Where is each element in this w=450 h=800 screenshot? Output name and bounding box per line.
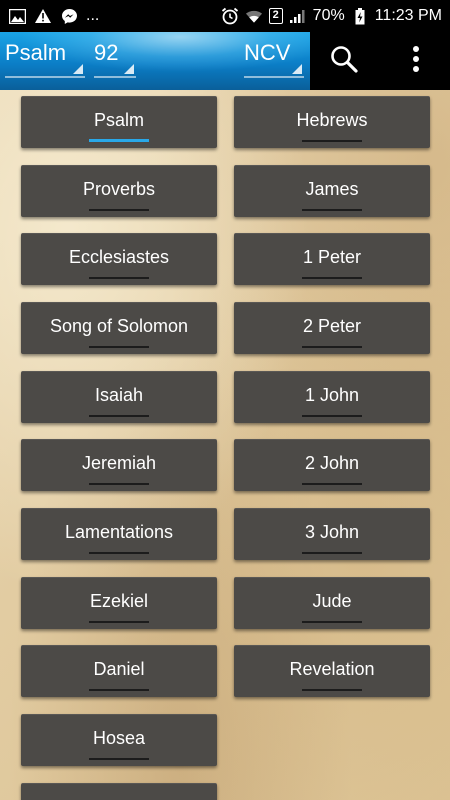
book-label: Revelation <box>289 658 375 679</box>
sim-badge: 2 <box>268 8 283 24</box>
book-label: 1 John <box>304 384 360 405</box>
book-grid: Psalm Proverbs Ecclesiastes Song of Solo… <box>0 90 450 800</box>
book-label: 2 John <box>304 452 360 473</box>
book-button-revelation[interactable]: Revelation <box>234 645 430 697</box>
more-vert-icon <box>412 45 420 78</box>
book-button-lamentations[interactable]: Lamentations <box>21 508 217 560</box>
book-label: Jude <box>312 590 352 611</box>
book-label: Ecclesiastes <box>68 246 170 267</box>
book-button-1-john[interactable]: 1 John <box>234 371 430 423</box>
search-button[interactable] <box>314 32 374 90</box>
book-label: Lamentations <box>64 521 174 542</box>
wifi-icon <box>245 7 263 25</box>
book-label: 2 Peter <box>302 315 362 336</box>
book-label: Psalm <box>93 109 144 130</box>
messenger-icon <box>60 7 78 25</box>
book-button-daniel[interactable]: Daniel <box>21 645 217 697</box>
search-icon <box>329 44 359 79</box>
book-label: 1 Peter <box>302 246 362 267</box>
dropdown-caret-icon <box>73 64 83 74</box>
book-label: Hebrews <box>296 109 368 130</box>
book-button-ecclesiastes[interactable]: Ecclesiastes <box>21 233 217 285</box>
book-label: Ezekiel <box>89 590 149 611</box>
book-selector-value: Psalm <box>5 40 67 65</box>
overflow-menu-button[interactable] <box>386 32 446 90</box>
dropdown-caret-icon <box>292 64 302 74</box>
book-button-1-peter[interactable]: 1 Peter <box>234 233 430 285</box>
book-button-psalm[interactable]: Psalm <box>21 96 217 148</box>
book-button-song-of-solomon[interactable]: Song of Solomon <box>21 302 217 354</box>
version-selector-value: NCV <box>244 40 291 65</box>
book-button-3-john[interactable]: 3 John <box>234 508 430 560</box>
status-bar: ... 2 70% 11:23 PM <box>0 0 450 32</box>
gallery-icon <box>8 7 26 25</box>
book-button-hosea[interactable]: Hosea <box>21 714 217 766</box>
book-label: Daniel <box>93 658 145 679</box>
chapter-selector-value: 92 <box>94 40 119 65</box>
alarm-icon <box>221 7 239 25</box>
signal-icon <box>289 7 307 25</box>
book-button-2-peter[interactable]: 2 Peter <box>234 302 430 354</box>
battery-percent: 70% <box>312 7 345 24</box>
app-toolbar: Psalm 92 NCV <box>0 32 450 90</box>
book-button-ezekiel[interactable]: Ezekiel <box>21 577 217 629</box>
book-button-partial[interactable] <box>21 783 217 800</box>
book-label: Proverbs <box>82 178 156 199</box>
selector-bar: Psalm 92 NCV <box>0 32 310 90</box>
battery-charging-icon <box>351 7 369 25</box>
book-selector[interactable]: Psalm <box>5 40 85 78</box>
book-button-jeremiah[interactable]: Jeremiah <box>21 439 217 491</box>
book-button-jude[interactable]: Jude <box>234 577 430 629</box>
book-label: Jeremiah <box>81 452 157 473</box>
book-label: Song of Solomon <box>49 315 189 336</box>
chapter-selector[interactable]: 92 <box>94 40 136 78</box>
more-notifications: ... <box>86 7 100 24</box>
dropdown-caret-icon <box>124 64 134 74</box>
version-selector[interactable]: NCV <box>244 40 304 78</box>
book-label: Isaiah <box>94 384 144 405</box>
book-button-isaiah[interactable]: Isaiah <box>21 371 217 423</box>
book-button-2-john[interactable]: 2 John <box>234 439 430 491</box>
book-label: 3 John <box>304 521 360 542</box>
book-button-james[interactable]: James <box>234 165 430 217</box>
book-button-hebrews[interactable]: Hebrews <box>234 96 430 148</box>
selected-indicator <box>89 139 149 142</box>
book-label: James <box>305 178 359 199</box>
book-label: Hosea <box>92 727 146 748</box>
book-button-proverbs[interactable]: Proverbs <box>21 165 217 217</box>
clock: 11:23 PM <box>374 7 442 24</box>
warning-icon <box>34 7 52 25</box>
